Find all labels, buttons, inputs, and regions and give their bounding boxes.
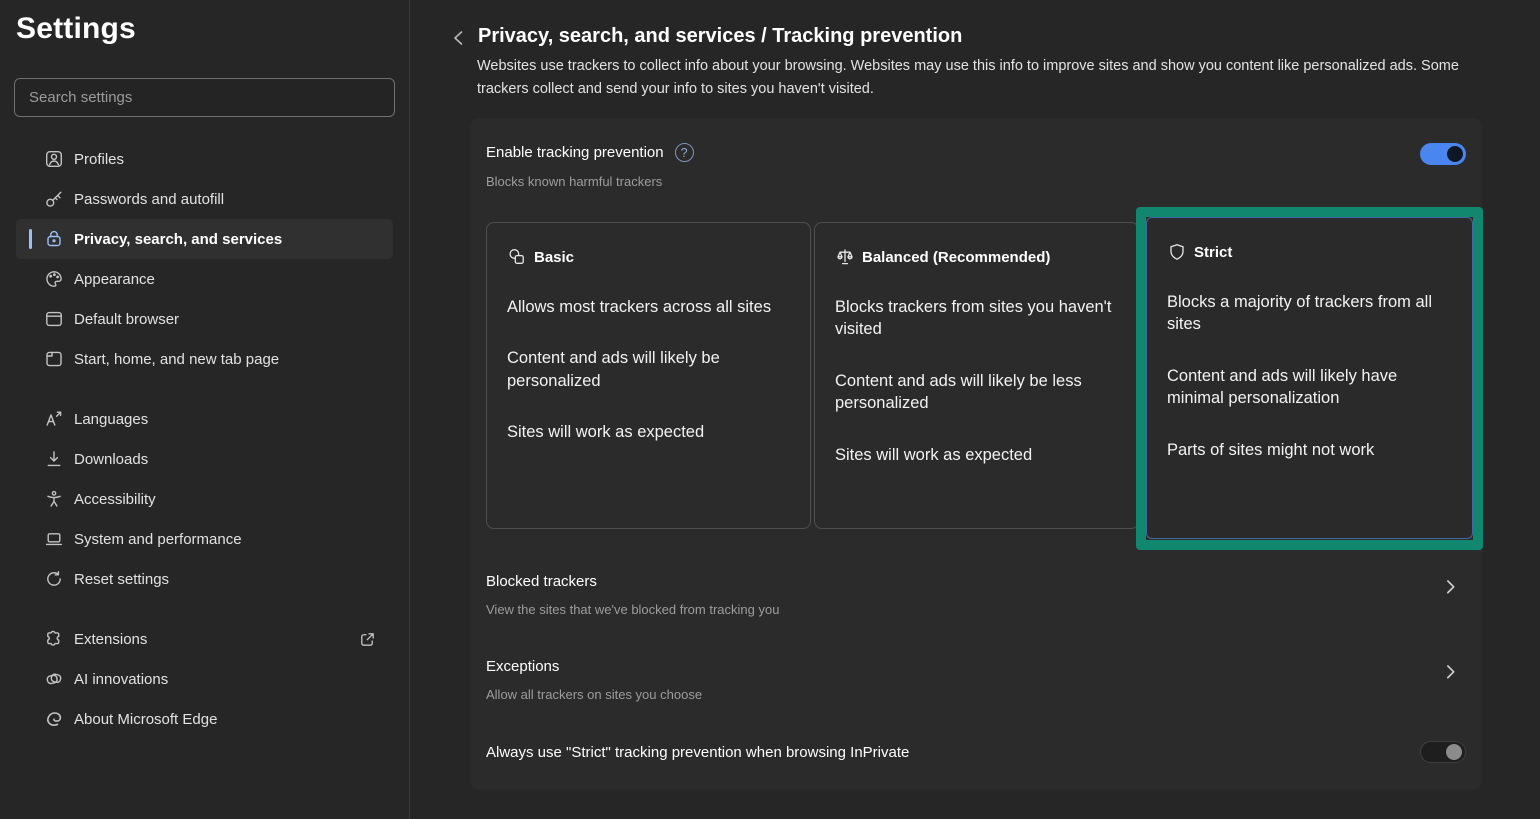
blocked-trackers-text: Blocked trackers View the sites that we'… bbox=[486, 573, 779, 617]
level-card-title: Strict bbox=[1194, 244, 1232, 261]
sidebar-item-extensions[interactable]: Extensions bbox=[16, 619, 393, 659]
enable-tracking-text: Enable tracking prevention ? Blocks know… bbox=[486, 143, 694, 189]
sidebar-item-label: Default browser bbox=[74, 311, 179, 328]
sidebar-item-default-browser[interactable]: Default browser bbox=[16, 299, 393, 339]
inprivate-strict-title: Always use "Strict" tracking prevention … bbox=[486, 744, 909, 761]
level-card-strict[interactable]: Strict Blocks a majority of trackers fro… bbox=[1146, 217, 1473, 539]
blocked-trackers-title: Blocked trackers bbox=[486, 573, 779, 590]
accessibility-icon bbox=[44, 489, 64, 509]
nav-group-divider bbox=[16, 379, 393, 399]
chevron-right-icon[interactable] bbox=[1442, 663, 1459, 680]
chevron-right-icon[interactable] bbox=[1442, 578, 1459, 595]
shapes-icon bbox=[507, 247, 527, 267]
level-card-line: Blocks a majority of trackers from all s… bbox=[1167, 291, 1452, 336]
level-card-line: Content and ads will likely have minimal… bbox=[1167, 365, 1452, 410]
download-icon bbox=[44, 449, 64, 469]
help-icon[interactable]: ? bbox=[675, 143, 694, 162]
enable-tracking-title: Enable tracking prevention bbox=[486, 144, 664, 161]
settings-sidebar: Settings Profiles Passwords and autofill… bbox=[0, 0, 410, 819]
sidebar-item-label: Profiles bbox=[74, 151, 124, 168]
new-tab-icon bbox=[44, 349, 64, 369]
exceptions-subtitle: Allow all trackers on sites you choose bbox=[486, 687, 702, 702]
sidebar-item-label: Accessibility bbox=[74, 491, 156, 508]
level-card-line: Parts of sites might not work bbox=[1167, 439, 1452, 461]
key-icon bbox=[44, 189, 64, 209]
sidebar-item-label: Reset settings bbox=[74, 571, 169, 588]
edge-logo-icon bbox=[44, 709, 64, 729]
sidebar-item-downloads[interactable]: Downloads bbox=[16, 439, 393, 479]
sidebar-item-label: Languages bbox=[74, 411, 148, 428]
laptop-icon bbox=[44, 529, 64, 549]
sidebar-item-appearance[interactable]: Appearance bbox=[16, 259, 393, 299]
exceptions-text: Exceptions Allow all trackers on sites y… bbox=[486, 658, 702, 702]
level-card-line: Allows most trackers across all sites bbox=[507, 296, 790, 318]
page-description: Websites use trackers to collect info ab… bbox=[477, 55, 1479, 102]
strict-highlight-box: Strict Blocks a majority of trackers fro… bbox=[1136, 207, 1483, 550]
ai-icon bbox=[44, 669, 64, 689]
sidebar-item-reset-settings[interactable]: Reset settings bbox=[16, 559, 393, 599]
sidebar-item-label: Extensions bbox=[74, 631, 147, 648]
sidebar-item-start-home-newtab[interactable]: Start, home, and new tab page bbox=[16, 339, 393, 379]
profiles-icon bbox=[44, 149, 64, 169]
enable-tracking-toggle[interactable] bbox=[1420, 143, 1466, 165]
tracking-level-cards: Basic Allows most trackers across all si… bbox=[486, 222, 1466, 529]
sidebar-item-profiles[interactable]: Profiles bbox=[16, 139, 393, 179]
sidebar-item-label: Downloads bbox=[74, 451, 148, 468]
balance-scale-icon bbox=[835, 247, 855, 267]
exceptions-title: Exceptions bbox=[486, 658, 702, 675]
level-card-title: Balanced (Recommended) bbox=[862, 249, 1050, 266]
level-card-line: Blocks trackers from sites you haven't v… bbox=[835, 296, 1118, 341]
sidebar-item-accessibility[interactable]: Accessibility bbox=[16, 479, 393, 519]
back-icon[interactable] bbox=[449, 28, 469, 48]
sidebar-item-label: Privacy, search, and services bbox=[74, 231, 282, 248]
selection-indicator bbox=[29, 229, 32, 249]
nav-group-divider bbox=[16, 599, 393, 619]
browser-icon bbox=[44, 309, 64, 329]
level-card-line: Sites will work as expected bbox=[835, 444, 1118, 466]
enable-tracking-row: Enable tracking prevention ? Blocks know… bbox=[486, 143, 1466, 189]
toggle-knob bbox=[1447, 146, 1463, 162]
level-card-line: Content and ads will likely be personali… bbox=[507, 347, 790, 392]
level-card-basic[interactable]: Basic Allows most trackers across all si… bbox=[486, 222, 811, 529]
app-title: Settings bbox=[16, 12, 409, 46]
inprivate-strict-row: Always use "Strict" tracking prevention … bbox=[486, 741, 1466, 763]
sidebar-item-label: Appearance bbox=[74, 271, 155, 288]
puzzle-icon bbox=[44, 629, 64, 649]
external-link-icon bbox=[358, 630, 377, 649]
blocked-trackers-subtitle: View the sites that we've blocked from t… bbox=[486, 602, 779, 617]
search-settings-box[interactable] bbox=[14, 78, 395, 117]
level-card-balanced[interactable]: Balanced (Recommended) Blocks trackers f… bbox=[814, 222, 1139, 529]
sidebar-item-label: Start, home, and new tab page bbox=[74, 351, 279, 368]
sidebar-item-about-edge[interactable]: About Microsoft Edge bbox=[16, 699, 393, 739]
languages-icon bbox=[44, 409, 64, 429]
level-card-title: Basic bbox=[534, 249, 574, 266]
page-header: Privacy, search, and services / Tracking… bbox=[410, 0, 1540, 48]
lock-icon bbox=[44, 229, 64, 249]
sidebar-item-passwords[interactable]: Passwords and autofill bbox=[16, 179, 393, 219]
settings-main-pane: Privacy, search, and services / Tracking… bbox=[410, 0, 1540, 819]
sidebar-item-ai-innovations[interactable]: AI innovations bbox=[16, 659, 393, 699]
enable-tracking-subtitle: Blocks known harmful trackers bbox=[486, 174, 694, 189]
page-title-breadcrumb: Privacy, search, and services / Tracking… bbox=[478, 25, 962, 48]
shield-icon bbox=[1167, 242, 1187, 262]
palette-icon bbox=[44, 269, 64, 289]
sidebar-item-label: System and performance bbox=[74, 531, 242, 548]
inprivate-strict-toggle[interactable] bbox=[1420, 741, 1466, 763]
sidebar-item-system-performance[interactable]: System and performance bbox=[16, 519, 393, 559]
reset-icon bbox=[44, 569, 64, 589]
sidebar-item-label: AI innovations bbox=[74, 671, 168, 688]
toggle-knob bbox=[1446, 744, 1462, 760]
level-card-line: Content and ads will likely be less pers… bbox=[835, 370, 1118, 415]
blocked-trackers-row[interactable]: Blocked trackers View the sites that we'… bbox=[486, 573, 1466, 617]
sidebar-item-label: Passwords and autofill bbox=[74, 191, 224, 208]
exceptions-row[interactable]: Exceptions Allow all trackers on sites y… bbox=[486, 658, 1466, 702]
sidebar-item-languages[interactable]: Languages bbox=[16, 399, 393, 439]
search-settings-input[interactable] bbox=[15, 89, 394, 106]
sidebar-item-label: About Microsoft Edge bbox=[74, 711, 217, 728]
tracking-prevention-panel: Enable tracking prevention ? Blocks know… bbox=[470, 118, 1482, 790]
sidebar-nav: Profiles Passwords and autofill Privacy,… bbox=[0, 139, 409, 739]
sidebar-item-privacy[interactable]: Privacy, search, and services bbox=[16, 219, 393, 259]
level-card-line: Sites will work as expected bbox=[507, 421, 790, 443]
